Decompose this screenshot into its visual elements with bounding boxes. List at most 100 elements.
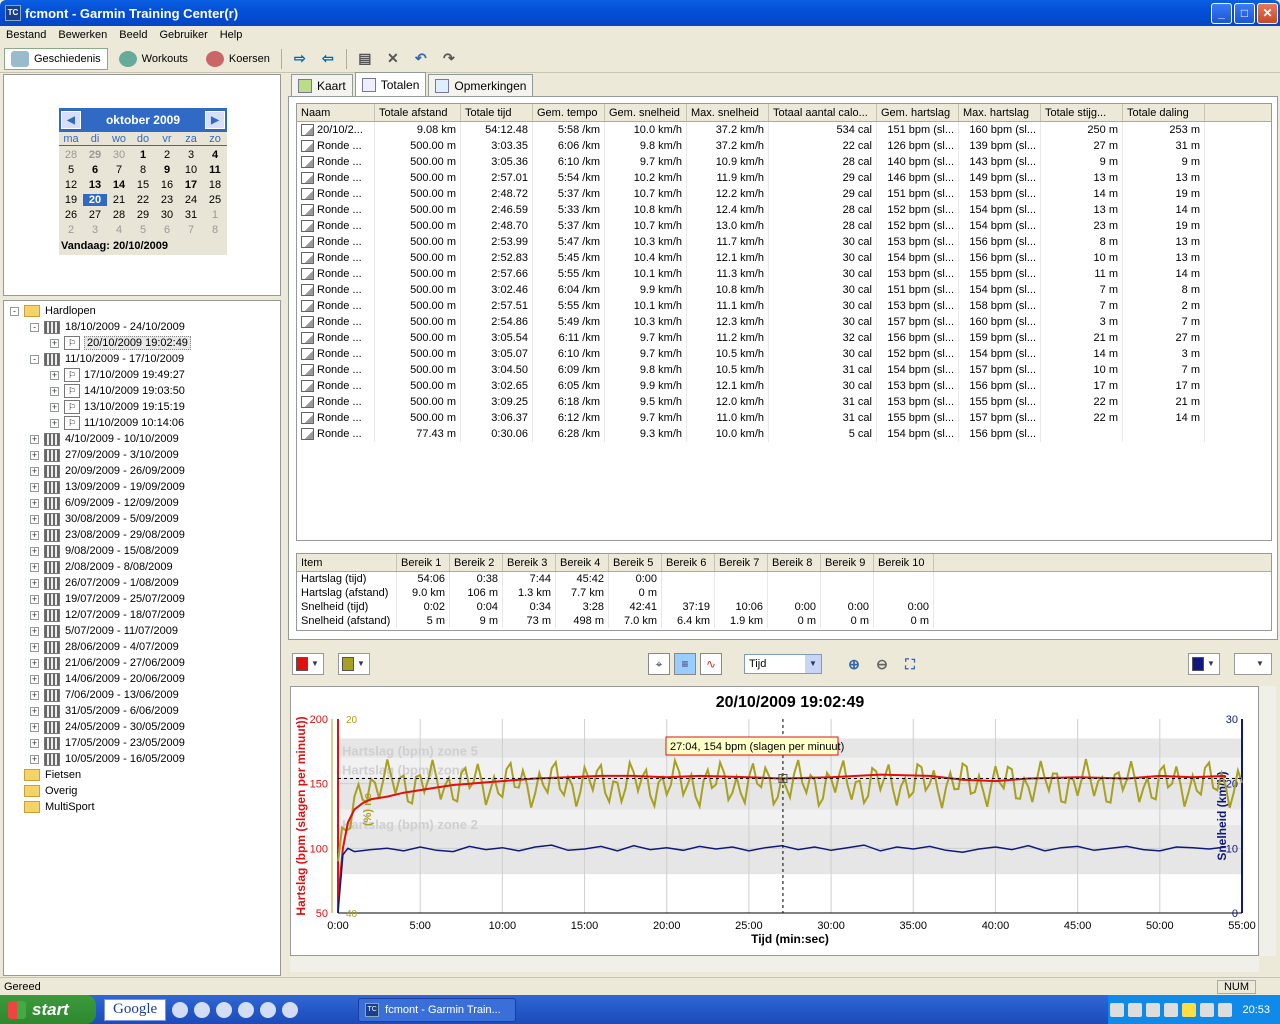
tree-expander-icon[interactable]: +	[30, 642, 39, 652]
tree-expander-icon[interactable]: +	[30, 530, 39, 540]
zones-icon[interactable]: ≡	[674, 653, 696, 675]
tree-expander-icon[interactable]: +	[50, 338, 59, 348]
tray-icon[interactable]	[1110, 1002, 1125, 1017]
calendar-day[interactable]: 3	[179, 149, 203, 161]
ranges-column-header[interactable]: Bereik 6	[662, 554, 715, 571]
quicklaunch-icon[interactable]	[282, 1001, 299, 1018]
tree-expander-icon[interactable]: +	[30, 706, 39, 716]
table-row[interactable]: Ronde ... 500.00 m 3:05.07 6:10 /km 9.7 km/h…	[297, 346, 1271, 362]
tree-expander-icon[interactable]: +	[50, 370, 59, 380]
next-month-button[interactable]: ▶	[204, 111, 225, 129]
tree-item[interactable]: +31/05/2009 - 6/06/2009	[30, 703, 179, 719]
tree-expander-icon[interactable]: +	[30, 482, 39, 492]
table-row[interactable]: Ronde ... 500.00 m 3:05.36 6:10 /km 9.7 km/h…	[297, 154, 1271, 170]
calendar-day[interactable]: 26	[59, 209, 83, 221]
google-toolbar[interactable]: Google	[104, 998, 167, 1021]
start-button[interactable]: start	[0, 995, 96, 1024]
tree-item[interactable]: MultiSport	[10, 799, 95, 815]
calendar-day[interactable]: 14	[107, 179, 131, 191]
courses-button[interactable]: Koersen	[199, 48, 277, 70]
calendar-day[interactable]: 5	[131, 224, 155, 236]
calendar-day[interactable]: 27	[83, 209, 107, 221]
table-row[interactable]: Ronde ... 500.00 m 3:04.50 6:09 /km 9.8 km/h…	[297, 362, 1271, 378]
laps-column-header[interactable]: Gem. hartslag	[877, 104, 959, 121]
tree-expander-icon[interactable]: +	[30, 738, 39, 748]
calendar-day[interactable]: 20	[83, 193, 107, 206]
laps-column-header[interactable]: Naam	[297, 104, 375, 121]
calendar-day[interactable]: 8	[131, 164, 155, 176]
menu-beeld[interactable]: Beeld	[113, 29, 153, 41]
prev-month-button[interactable]: ◀	[61, 111, 81, 129]
tree-expander-icon[interactable]: +	[30, 578, 39, 588]
laps-column-header[interactable]: Totale daling	[1123, 104, 1205, 121]
receive-from-device-icon[interactable]: ⇦	[316, 48, 340, 70]
calendar-day[interactable]: 10	[179, 164, 203, 176]
tree-expander-icon[interactable]: +	[30, 626, 39, 636]
tree-item[interactable]: +7/06/2009 - 13/06/2009	[30, 687, 179, 703]
tree-expander-icon[interactable]: +	[50, 418, 59, 428]
tree-item[interactable]: +28/06/2009 - 4/07/2009	[30, 639, 179, 655]
tree-item[interactable]: +24/05/2009 - 30/05/2009	[30, 719, 185, 735]
tree-item[interactable]: + ⚐ 11/10/2009 10:14:06	[50, 415, 184, 431]
tree-expander-icon[interactable]: +	[30, 754, 39, 764]
quicklaunch-icon[interactable]	[172, 1001, 189, 1018]
tree-item[interactable]: - 11/10/2009 - 17/10/2009	[30, 351, 184, 367]
tray-icon[interactable]	[1128, 1002, 1143, 1017]
tree-item[interactable]: +10/05/2009 - 16/05/2009	[30, 751, 185, 767]
laps-column-header[interactable]: Max. snelheid	[687, 104, 769, 121]
tab-totalen[interactable]: Totalen	[354, 72, 427, 96]
tray-icon[interactable]	[1164, 1002, 1179, 1017]
table-row[interactable]: Hartslag (afstand) 9.0 km 106 m 1.3 km 7.7 k…	[297, 586, 1271, 600]
calendar-day[interactable]: 1	[131, 149, 155, 161]
tree-item[interactable]: +17/05/2009 - 23/05/2009	[30, 735, 185, 751]
tree-item[interactable]: + ⚐ 17/10/2009 19:49:27	[50, 367, 185, 383]
calendar-day[interactable]: 8	[203, 224, 227, 236]
table-row[interactable]: Ronde ... 500.00 m 3:02.65 6:05 /km 9.9 km/h…	[297, 378, 1271, 394]
crosshair-icon[interactable]: ⌖	[648, 653, 670, 675]
calendar-day[interactable]: 4	[203, 149, 227, 161]
laps-column-header[interactable]: Max. hartslag	[959, 104, 1041, 121]
table-row[interactable]: Ronde ... 500.00 m 2:54.86 5:49 /km 10.3 km/…	[297, 314, 1271, 330]
undo-icon[interactable]: ↶	[409, 48, 433, 70]
tree-expander-icon[interactable]: +	[50, 386, 59, 396]
zoom-fit-icon[interactable]: ⛶	[898, 653, 922, 675]
tree-expander-icon[interactable]: +	[30, 466, 39, 476]
ranges-column-header[interactable]: Bereik 7	[715, 554, 768, 571]
ranges-column-header[interactable]: Bereik 9	[821, 554, 874, 571]
calendar-day[interactable]: 6	[83, 164, 107, 176]
history-button[interactable]: Geschiedenis	[4, 47, 108, 70]
tree-item[interactable]: Overig	[10, 783, 77, 799]
laps-column-header[interactable]: Totale tijd	[461, 104, 533, 121]
calendar-day[interactable]: 16	[155, 179, 179, 191]
menu-help[interactable]: Help	[214, 29, 249, 41]
calendar-day[interactable]: 29	[131, 209, 155, 221]
calendar-day[interactable]: 3	[83, 224, 107, 236]
volume-icon[interactable]	[1218, 1002, 1233, 1017]
table-row[interactable]: Hartslag (tijd) 54:06 0:38 7:44 45:42 0:00	[297, 572, 1271, 586]
calendar-day[interactable]: 29	[83, 149, 107, 161]
calendar-day[interactable]: 5	[59, 164, 83, 176]
table-row[interactable]: Ronde ... 500.00 m 3:02.46 6:04 /km 9.9 km/h…	[297, 282, 1271, 298]
tree-expander-icon[interactable]: -	[10, 306, 19, 316]
ranges-column-header[interactable]: Bereik 8	[768, 554, 821, 571]
menu-bestand[interactable]: Bestand	[0, 29, 52, 41]
tree-item[interactable]: Fietsen	[10, 767, 81, 783]
tree-item[interactable]: +20/09/2009 - 26/09/2009	[30, 463, 185, 479]
ranges-column-header[interactable]: Bereik 1	[397, 554, 450, 571]
quicklaunch-icon[interactable]	[238, 1001, 255, 1018]
quicklaunch-icon[interactable]	[216, 1001, 233, 1018]
tree-item[interactable]: +6/09/2009 - 12/09/2009	[30, 495, 179, 511]
ranges-column-header[interactable]: Bereik 5	[609, 554, 662, 571]
shield-icon[interactable]	[1182, 1002, 1197, 1017]
tree-item[interactable]: +27/09/2009 - 3/10/2009	[30, 447, 179, 463]
laps-column-header[interactable]: Gem. snelheid	[605, 104, 687, 121]
table-row[interactable]: Ronde ... 500.00 m 2:48.70 5:37 /km 10.7 km/…	[297, 218, 1271, 234]
table-row[interactable]: Ronde ... 500.00 m 3:09.25 6:18 /km 9.5 km/h…	[297, 394, 1271, 410]
tree-expander-icon[interactable]: +	[30, 498, 39, 508]
calendar-day[interactable]: 13	[83, 179, 107, 191]
table-row[interactable]: Ronde ... 500.00 m 2:48.72 5:37 /km 10.7 km/…	[297, 186, 1271, 202]
maximize-button[interactable]: □	[1234, 2, 1255, 24]
tree-item[interactable]: - 18/10/2009 - 24/10/2009	[30, 319, 185, 335]
ranges-column-header[interactable]: Bereik 10	[874, 554, 934, 571]
zoom-out-icon[interactable]: ⊖	[870, 653, 894, 675]
